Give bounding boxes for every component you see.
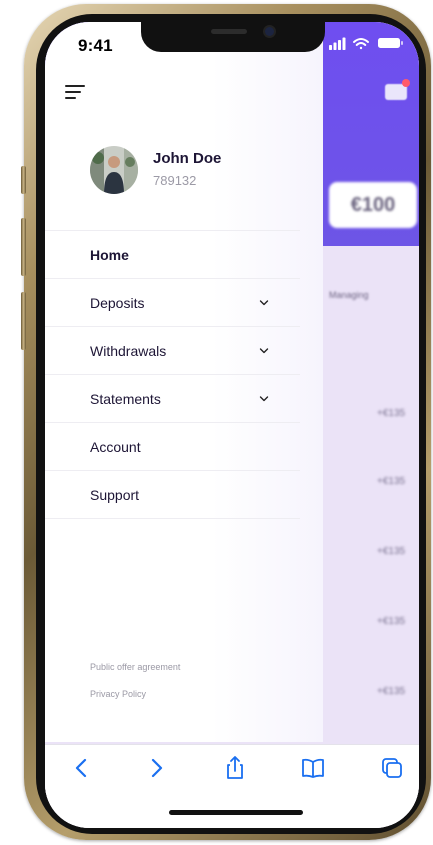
menu-item-label: Deposits bbox=[90, 294, 145, 311]
battery-icon bbox=[378, 38, 403, 48]
home-indicator bbox=[169, 810, 303, 815]
menu-item-statements[interactable]: Statements bbox=[45, 374, 300, 422]
tabs-icon[interactable] bbox=[379, 755, 405, 781]
back-icon[interactable] bbox=[69, 755, 95, 781]
background-value: +€135 bbox=[377, 686, 406, 697]
menu-item-support[interactable]: Support bbox=[45, 470, 300, 519]
chevron-down-icon[interactable] bbox=[259, 395, 269, 403]
mute-switch bbox=[21, 166, 26, 194]
menu-item-label: Support bbox=[90, 486, 140, 503]
signal-icon bbox=[329, 37, 346, 50]
public-offer-link[interactable]: Public offer agreement bbox=[90, 662, 180, 672]
share-icon[interactable] bbox=[222, 755, 248, 781]
chevron-down-icon[interactable] bbox=[259, 347, 269, 355]
chevron-down-icon[interactable] bbox=[259, 299, 269, 307]
bookmarks-icon[interactable] bbox=[300, 755, 326, 781]
menu-item-home[interactable]: Home bbox=[45, 230, 300, 278]
menu-item-label: Withdrawals bbox=[90, 342, 167, 359]
background-value: +€135 bbox=[377, 476, 406, 487]
user-id: 789132 bbox=[153, 173, 197, 188]
status-icons bbox=[329, 37, 403, 50]
background-label: Managing bbox=[329, 290, 369, 300]
status-time: 9:41 bbox=[78, 36, 113, 55]
side-drawer: John Doe 789132 Home Deposits Withdrawal… bbox=[45, 22, 323, 742]
menu-item-label: Account bbox=[90, 438, 141, 455]
menu-item-account[interactable]: Account bbox=[45, 422, 300, 470]
menu-item-label: Home bbox=[90, 246, 129, 263]
forward-icon[interactable] bbox=[143, 755, 169, 781]
menu-item-deposits[interactable]: Deposits bbox=[45, 278, 300, 326]
phone-screen: €100 Managing +€135 +€135 +€135 +€135 +€… bbox=[45, 22, 419, 828]
notification-dot bbox=[402, 79, 410, 87]
speaker bbox=[211, 29, 247, 34]
menu-item-label: Statements bbox=[90, 390, 161, 407]
privacy-policy-link[interactable]: Privacy Policy bbox=[90, 689, 146, 699]
volume-up-button bbox=[21, 218, 26, 276]
background-amount: €100 bbox=[329, 182, 417, 228]
menu-icon[interactable] bbox=[65, 84, 87, 102]
user-name: John Doe bbox=[153, 150, 222, 167]
notch bbox=[141, 22, 325, 52]
browser-toolbar bbox=[45, 744, 419, 828]
wifi-icon bbox=[353, 38, 369, 50]
drawer-menu: Home Deposits Withdrawals Statements Acc… bbox=[45, 230, 300, 519]
menu-item-withdrawals[interactable]: Withdrawals bbox=[45, 326, 300, 374]
background-value: +€135 bbox=[377, 616, 406, 627]
avatar[interactable] bbox=[90, 146, 138, 194]
background-value: +€135 bbox=[377, 546, 406, 557]
volume-down-button bbox=[21, 292, 26, 350]
background-value: +€135 bbox=[377, 408, 406, 419]
front-camera bbox=[265, 27, 274, 36]
